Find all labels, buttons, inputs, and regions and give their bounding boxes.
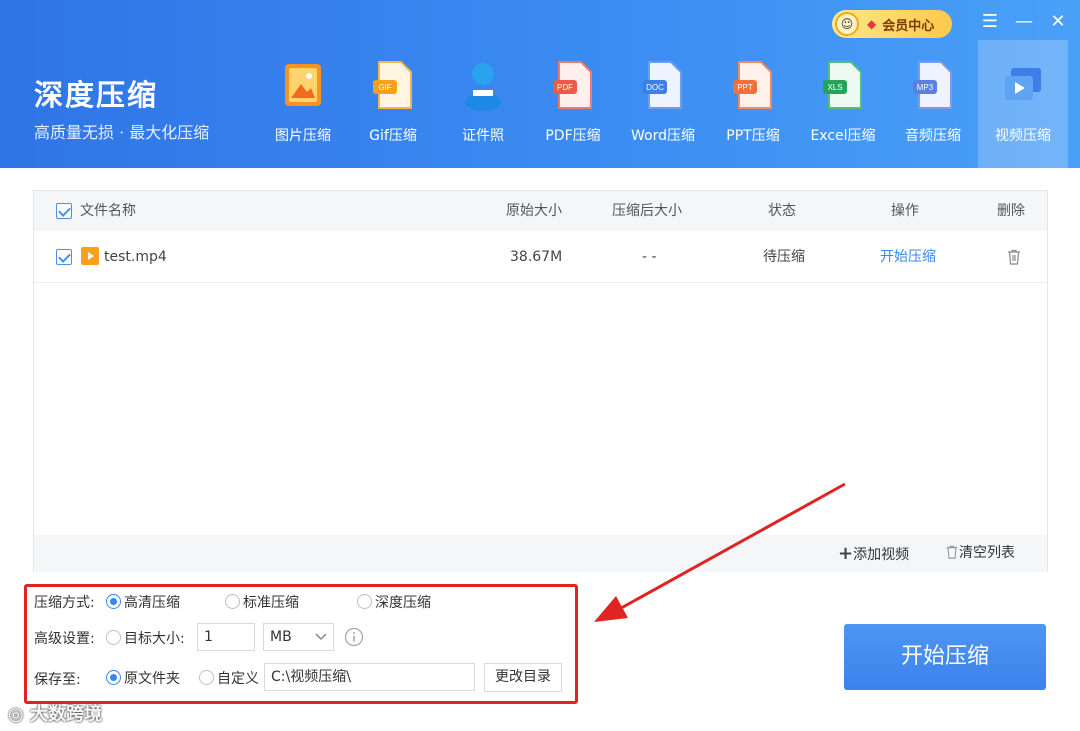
clear-list-label: 清空列表: [959, 545, 1015, 561]
app-subtitle: 高质量无损 · 最大化压缩: [34, 123, 210, 142]
col-filename: 文件名称: [80, 203, 136, 219]
tool-label: 证件照: [462, 128, 504, 144]
table-footer: +添加视频 清空列表: [34, 535, 1047, 572]
tool-label: Word压缩: [631, 128, 695, 144]
tool-word-compress[interactable]: DOC Word压缩: [618, 50, 708, 168]
compressed-size: - -: [642, 249, 657, 265]
tool-pdf-compress[interactable]: PDF PDF压缩: [528, 50, 618, 168]
gif-file-icon: GIF: [373, 61, 412, 109]
gif-badge: GIF: [378, 83, 391, 92]
word-file-icon: DOC: [643, 61, 682, 109]
close-icon[interactable]: ✕: [1046, 10, 1070, 34]
clear-list-button[interactable]: 清空列表: [945, 535, 1015, 572]
select-all-checkbox[interactable]: [56, 203, 72, 219]
tool-label: Gif压缩: [369, 128, 417, 144]
original-size: 38.67M: [510, 249, 563, 265]
table-header: 文件名称 原始大小 压缩后大小 状态 操作 删除: [34, 191, 1047, 231]
start-compress-link[interactable]: 开始压缩: [880, 231, 936, 283]
vip-label: 会员中心: [882, 18, 935, 34]
watermark-logo: ◎ 大数跨境: [8, 704, 102, 725]
trash-icon: [946, 545, 958, 559]
pdf-badge: PDF: [557, 83, 573, 92]
watermark-text: 大数跨境: [29, 704, 102, 725]
avatar-icon: ☺: [835, 12, 859, 36]
col-compressed-size: 压缩后大小: [612, 203, 682, 219]
diamond-icon: ◆: [867, 17, 877, 31]
tool-id-photo[interactable]: 证件照: [438, 50, 528, 168]
col-original-size: 原始大小: [506, 203, 562, 219]
highlight-box: [24, 584, 578, 704]
image-icon: [285, 64, 321, 106]
xls-badge: XLS: [827, 83, 842, 92]
vip-center-button[interactable]: ☺ ◆ 会员中心: [832, 10, 952, 38]
tool-label: PPT压缩: [726, 128, 780, 144]
video-file-icon: [81, 247, 99, 265]
table-row[interactable]: test.mp4 38.67M - - 待压缩 开始压缩: [34, 231, 1047, 283]
minimize-icon[interactable]: —: [1012, 10, 1036, 34]
tool-label: 视频压缩: [995, 128, 1051, 144]
tool-video-compress[interactable]: 视频压缩: [978, 40, 1068, 168]
tool-gif-compress[interactable]: GIF Gif压缩: [348, 50, 438, 168]
tool-label: 音频压缩: [905, 128, 961, 144]
doc-badge: DOC: [646, 83, 664, 92]
menu-icon[interactable]: ☰: [978, 10, 1002, 34]
pdf-file-icon: PDF: [553, 61, 592, 109]
app-window: 深度压缩 高质量无损 · 最大化压缩 图片压缩 GIF Gif压缩 证件照 PD…: [0, 0, 1080, 731]
row-checkbox[interactable]: [56, 249, 72, 265]
tool-label: 图片压缩: [275, 128, 331, 144]
status-text: 待压缩: [763, 249, 805, 265]
header-bar: 深度压缩 高质量无损 · 最大化压缩 图片压缩 GIF Gif压缩 证件照 PD…: [0, 0, 1080, 168]
tool-audio-compress[interactable]: MP3 音频压缩: [888, 50, 978, 168]
tool-image-compress[interactable]: 图片压缩: [258, 50, 348, 168]
tool-label: Excel压缩: [810, 128, 876, 144]
ppt-file-icon: PPT: [733, 61, 772, 109]
tool-ppt-compress[interactable]: PPT PPT压缩: [708, 50, 798, 168]
col-action: 操作: [891, 203, 919, 219]
excel-file-icon: XLS: [823, 61, 862, 109]
annotation-arrow-icon: [594, 482, 846, 622]
video-icon: [1005, 68, 1041, 100]
trash-icon[interactable]: [1006, 249, 1022, 265]
id-photo-icon: [465, 63, 501, 111]
col-status: 状态: [768, 203, 796, 219]
start-compress-button[interactable]: 开始压缩: [844, 624, 1046, 690]
col-delete: 删除: [997, 203, 1025, 219]
tool-label: PDF压缩: [545, 128, 601, 144]
file-table: 文件名称 原始大小 压缩后大小 状态 操作 删除 test.mp4 38.67M…: [33, 190, 1048, 572]
app-title: 深度压缩: [34, 78, 159, 112]
audio-file-icon: MP3: [913, 61, 952, 109]
tool-excel-compress[interactable]: XLS Excel压缩: [798, 50, 888, 168]
ppt-badge: PPT: [737, 83, 753, 92]
mp3-badge: MP3: [917, 83, 934, 92]
file-name: test.mp4: [104, 249, 167, 265]
add-video-label: 添加视频: [853, 547, 910, 563]
